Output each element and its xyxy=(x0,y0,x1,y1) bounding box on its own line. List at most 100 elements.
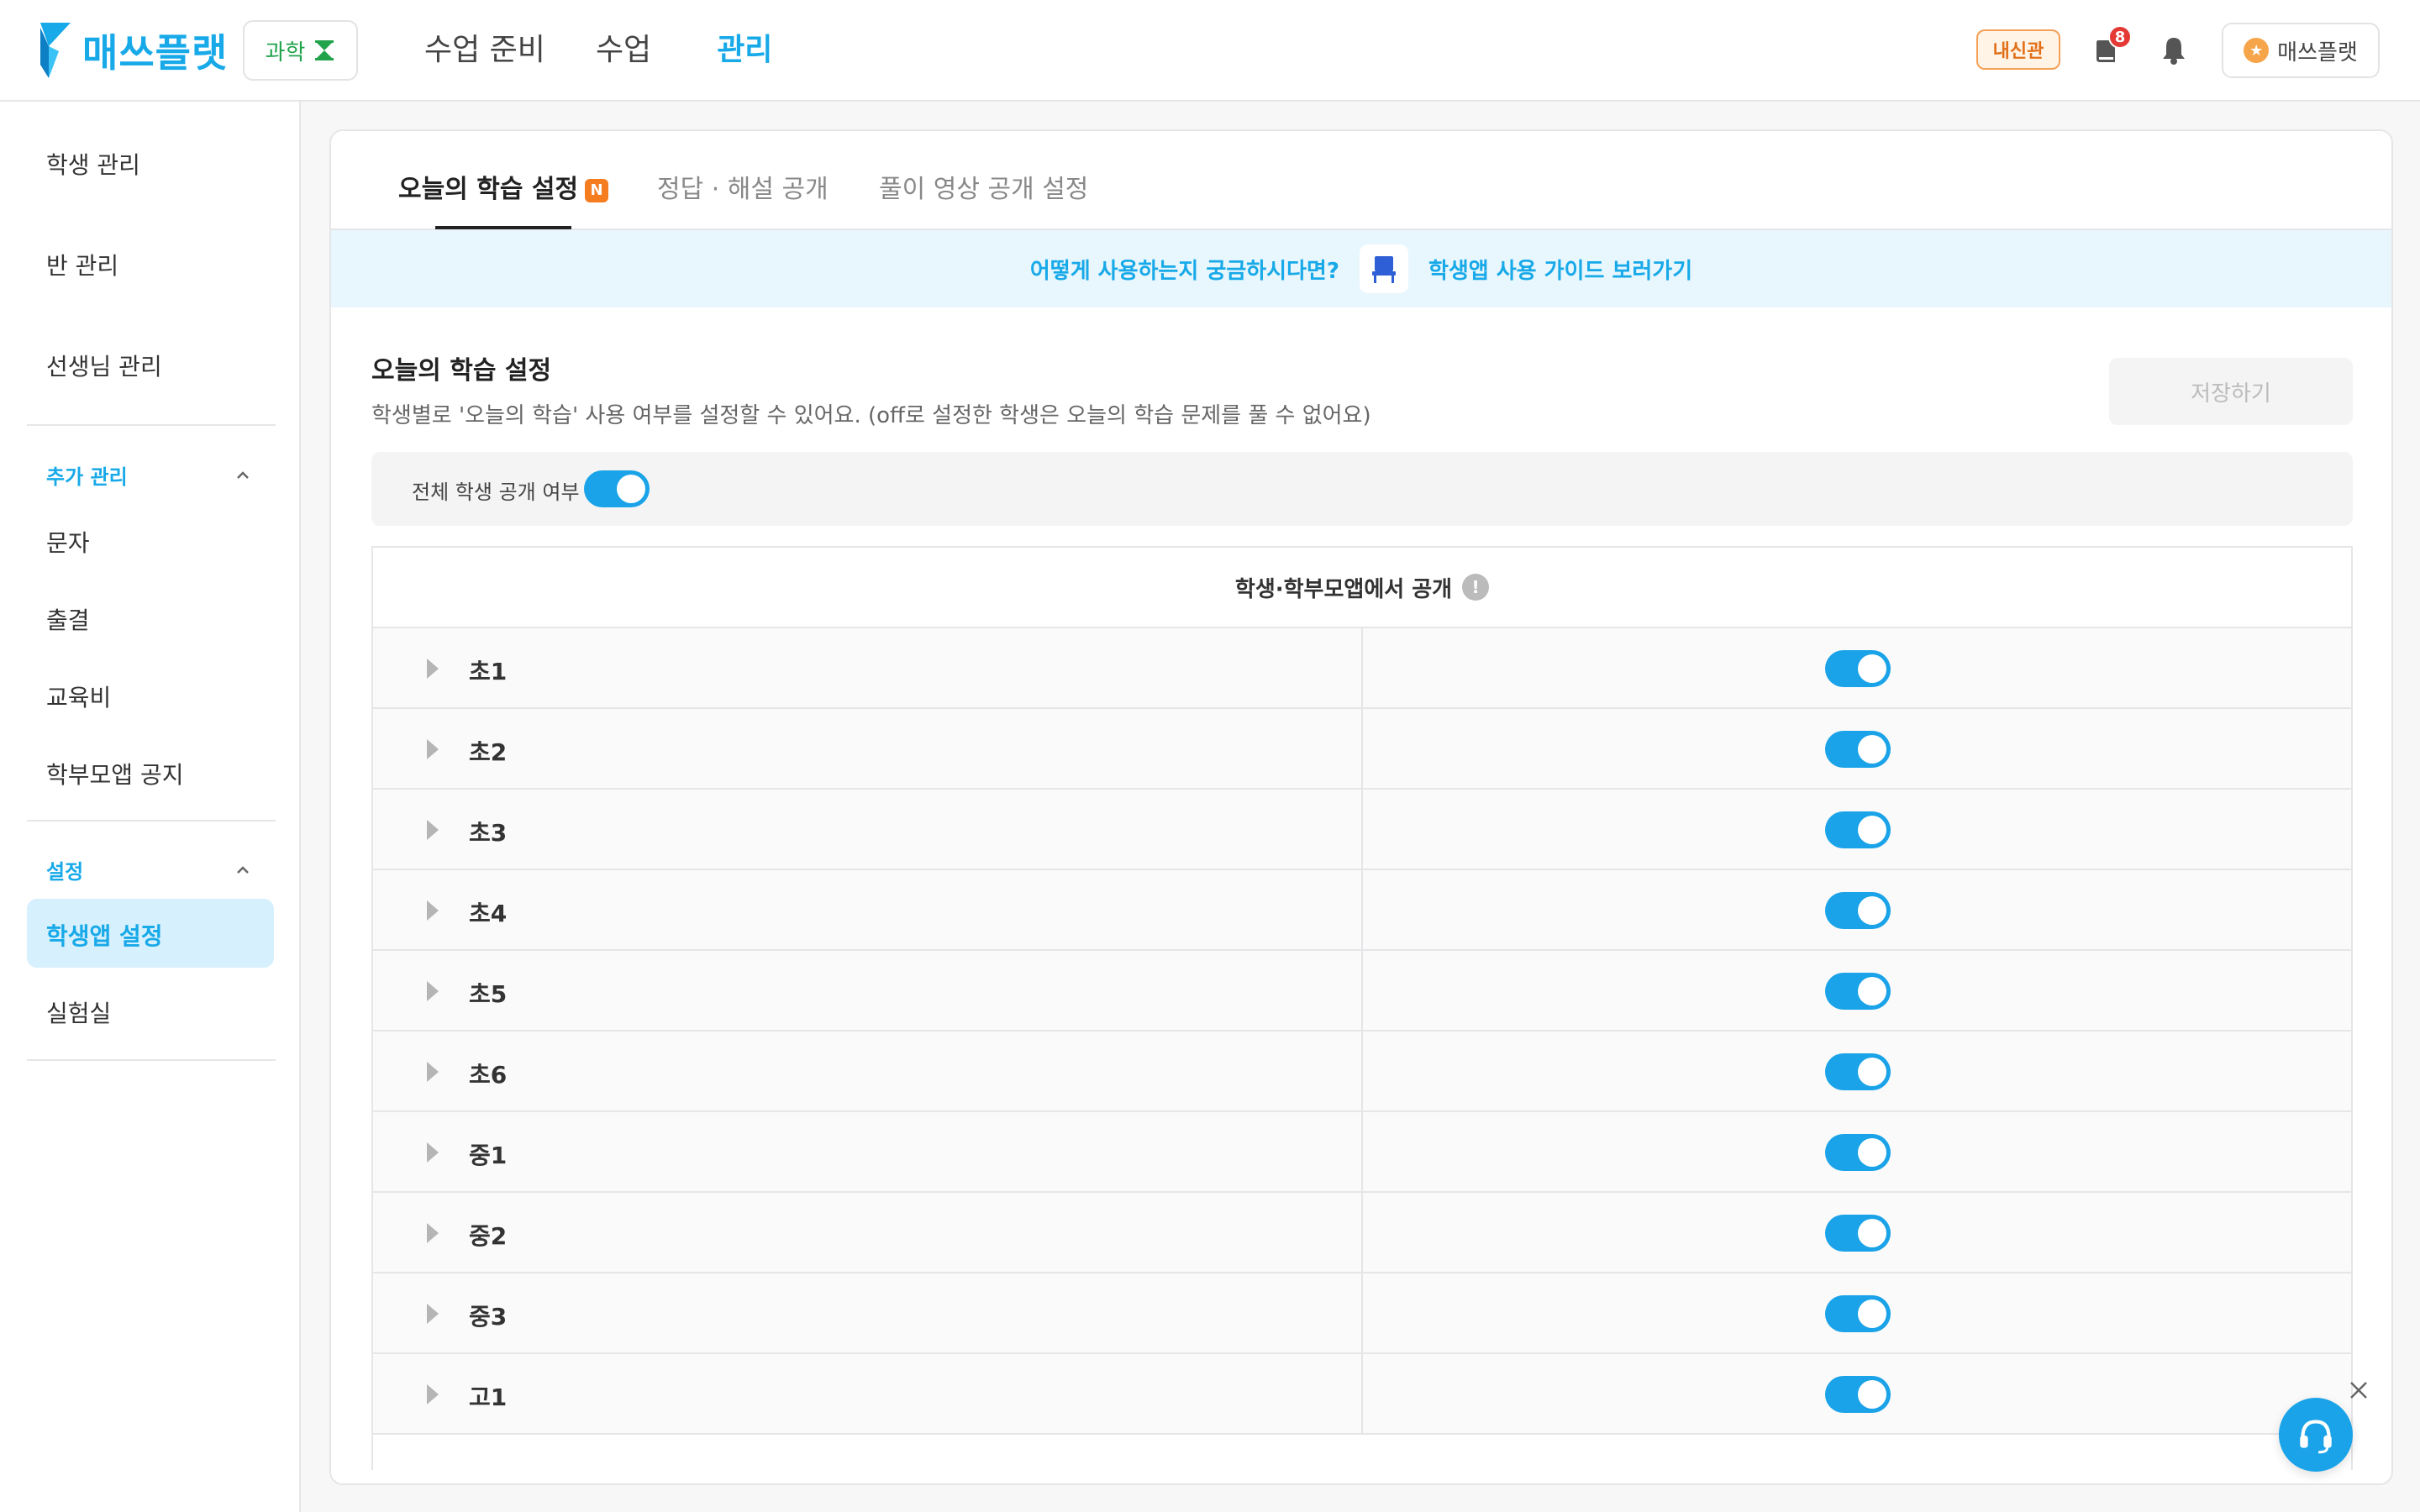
subject-selector-button[interactable]: 과학 xyxy=(243,20,358,81)
chevron-up-icon xyxy=(237,470,249,479)
chevron-up-icon xyxy=(237,865,249,874)
headset-icon xyxy=(2300,1420,2332,1454)
sidebar: 학생 관리 반 관리 선생님 관리 추가 관리 문자 출결 교육비 학부모앱 공… xyxy=(0,102,301,1512)
column-divider xyxy=(1361,1354,1363,1433)
all-public-label: 전체 학생 공개 여부 xyxy=(412,480,580,504)
close-icon[interactable] xyxy=(2346,1378,2371,1403)
toggle-knob xyxy=(1858,654,1886,683)
expand-caret-icon[interactable] xyxy=(427,1304,439,1324)
sidebar-item-messages[interactable]: 문자 xyxy=(46,525,90,559)
tab-video[interactable]: 풀이 영상 공개 설정 xyxy=(879,168,1088,205)
main-nav: 수업 준비 수업 관리 xyxy=(424,25,823,76)
grade-public-toggle[interactable] xyxy=(1825,811,1891,848)
table-row[interactable]: 고1 xyxy=(373,1354,2351,1435)
top-header: 매쓰플랫 과학 수업 준비 수업 관리 내신관 8 ★ 매쓰플랫 xyxy=(0,0,2420,102)
column-divider xyxy=(1361,709,1363,788)
tab-today-study[interactable]: 오늘의 학습 설정 N xyxy=(398,168,609,205)
expand-caret-icon[interactable] xyxy=(427,1384,439,1404)
expand-caret-icon[interactable] xyxy=(427,1062,439,1082)
toggle-knob xyxy=(1858,1058,1886,1086)
grade-label: 초2 xyxy=(469,738,508,766)
toggle-knob xyxy=(1858,1219,1886,1247)
table-row[interactable]: 초5 xyxy=(373,951,2351,1032)
grade-public-toggle[interactable] xyxy=(1825,892,1891,929)
column-divider xyxy=(1361,951,1363,1030)
nav-class[interactable]: 수업 xyxy=(596,25,651,76)
sidebar-item-lab[interactable]: 실험실 xyxy=(46,995,111,1029)
grade-public-toggle[interactable] xyxy=(1825,1134,1891,1171)
star-icon: ★ xyxy=(2244,38,2270,63)
bell-icon[interactable] xyxy=(2157,34,2191,67)
table-row[interactable]: 초6 xyxy=(373,1032,2351,1112)
sidebar-group-extra[interactable]: 추가 관리 xyxy=(46,460,252,490)
grade-label: 초3 xyxy=(469,819,508,847)
expand-caret-icon[interactable] xyxy=(427,659,439,679)
logo[interactable]: 매쓰플랫 xyxy=(37,22,228,79)
subject-label: 과학 xyxy=(265,39,306,66)
toggle-knob xyxy=(1858,1380,1886,1409)
column-divider xyxy=(1361,1112,1363,1191)
info-icon[interactable]: ! xyxy=(1462,574,1490,601)
grade-public-toggle[interactable] xyxy=(1825,1053,1891,1090)
table-row[interactable]: 초1 xyxy=(373,628,2351,709)
column-divider xyxy=(1361,628,1363,707)
nav-class-prep[interactable]: 수업 준비 xyxy=(424,25,545,76)
sidebar-group-settings-title: 설정 xyxy=(46,860,84,884)
sidebar-group-settings[interactable]: 설정 xyxy=(46,855,252,885)
expand-caret-icon[interactable] xyxy=(427,1142,439,1163)
naesin-button[interactable]: 내신관 xyxy=(1976,29,2060,70)
toggle-knob xyxy=(1858,735,1886,764)
sidebar-item-teachers[interactable]: 선생님 관리 xyxy=(46,349,162,382)
sidebar-item-attendance[interactable]: 출결 xyxy=(46,602,90,636)
sidebar-item-parent-notice[interactable]: 학부모앱 공지 xyxy=(46,757,183,790)
expand-caret-icon[interactable] xyxy=(427,981,439,1001)
section-title: 오늘의 학습 설정 xyxy=(371,356,552,386)
hourglass-icon xyxy=(315,40,334,60)
table-row[interactable]: 중2 xyxy=(373,1193,2351,1273)
user-name: 매쓰플랫 xyxy=(2277,39,2358,66)
help-chat-button[interactable] xyxy=(2279,1398,2353,1472)
expand-caret-icon[interactable] xyxy=(427,820,439,840)
column-divider xyxy=(1361,1032,1363,1110)
grade-public-toggle[interactable] xyxy=(1825,650,1891,687)
table-row[interactable]: 중3 xyxy=(373,1273,2351,1354)
grade-public-toggle[interactable] xyxy=(1825,1376,1891,1413)
table-row[interactable]: 초3 xyxy=(373,790,2351,870)
toggle-knob xyxy=(1858,1299,1886,1328)
logo-icon xyxy=(40,23,71,78)
grade-public-toggle[interactable] xyxy=(1825,1215,1891,1252)
expand-caret-icon[interactable] xyxy=(427,1223,439,1243)
table-row[interactable]: 초2 xyxy=(373,709,2351,790)
sidebar-item-students[interactable]: 학생 관리 xyxy=(46,147,140,181)
column-divider xyxy=(1361,1193,1363,1272)
grade-public-toggle[interactable] xyxy=(1825,973,1891,1010)
sidebar-divider xyxy=(27,424,276,426)
content-panel: 오늘의 학습 설정 N 정답 · 해설 공개 풀이 영상 공개 설정 어떻게 사용… xyxy=(329,129,2393,1485)
toggle-knob xyxy=(1858,816,1886,844)
sidebar-divider xyxy=(27,820,276,822)
notification-count-badge: 8 xyxy=(2108,25,2132,49)
toggle-knob xyxy=(617,475,645,503)
nav-manage[interactable]: 관리 xyxy=(717,25,772,76)
all-public-toggle[interactable] xyxy=(584,470,650,507)
guide-link[interactable]: 학생앱 사용 가이드 보러가기 xyxy=(1428,254,1692,285)
table-row[interactable]: 중1 xyxy=(373,1112,2351,1193)
sidebar-item-student-app-settings[interactable]: 학생앱 설정 xyxy=(46,918,163,952)
table-header-label: 학생·학부모앱에서 공개 xyxy=(1234,576,1453,602)
tab-answers[interactable]: 정답 · 해설 공개 xyxy=(657,168,829,205)
expand-caret-icon[interactable] xyxy=(427,739,439,759)
grade-label: 초1 xyxy=(469,658,508,685)
save-button[interactable]: 저장하기 xyxy=(2109,358,2353,425)
grade-public-toggle[interactable] xyxy=(1825,1295,1891,1332)
toggle-knob xyxy=(1858,1138,1886,1167)
table-row[interactable]: 초4 xyxy=(373,870,2351,951)
toggle-knob xyxy=(1858,896,1886,925)
grade-public-toggle[interactable] xyxy=(1825,731,1891,768)
user-menu-button[interactable]: ★ 매쓰플랫 xyxy=(2222,23,2380,78)
sidebar-item-classes[interactable]: 반 관리 xyxy=(46,248,118,281)
expand-caret-icon[interactable] xyxy=(427,900,439,921)
tab-bar: 오늘의 학습 설정 N 정답 · 해설 공개 풀이 영상 공개 설정 xyxy=(331,131,2391,230)
grade-label: 초6 xyxy=(469,1061,508,1089)
grade-label: 초4 xyxy=(469,900,508,927)
sidebar-item-tuition[interactable]: 교육비 xyxy=(46,680,111,713)
